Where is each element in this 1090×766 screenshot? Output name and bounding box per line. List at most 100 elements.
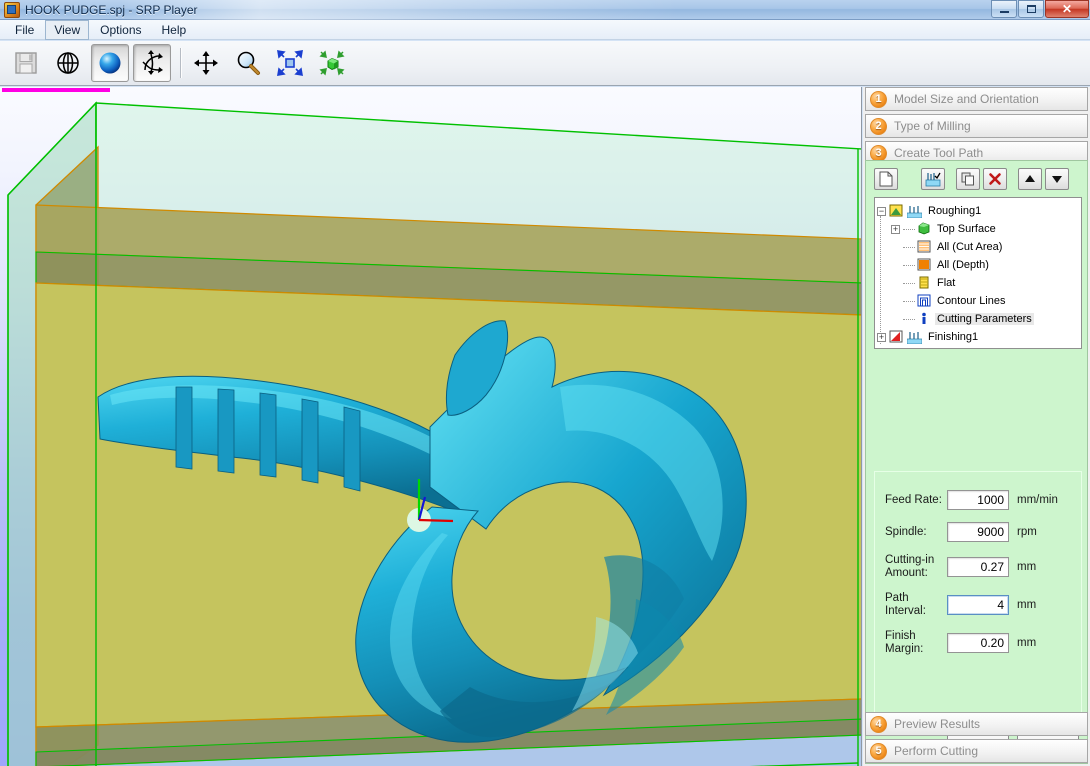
save-floppy-icon [15,52,37,74]
minimize-icon [999,10,1009,13]
step-header-model-size[interactable]: 1 Model Size and Orientation [865,87,1088,111]
step-label-create-tool-path: Create Tool Path [894,146,984,160]
3d-scene [7,101,861,766]
tree-item-all-cut-area[interactable]: All (Cut Area) [877,238,1081,256]
menu-item-file[interactable]: File [6,20,43,40]
tree-item-flat[interactable]: Flat [877,274,1081,292]
toolbar-separator [180,48,182,78]
yellow-flat-icon [917,276,931,290]
app-icon [4,1,20,18]
step-label-model-size: Model Size and Orientation [894,92,1039,106]
step-badge-3: 3 [870,144,887,162]
3d-model-viewport[interactable] [0,87,862,766]
finish-margin-label: Finish Margin: [885,630,924,655]
tree-connector [903,228,915,230]
rotate-button[interactable] [133,44,171,82]
wireframe-view-button[interactable] [49,44,87,82]
param-row-feed-rate: Feed Rate: 1000 mm/min [885,490,1071,510]
orange-hatch-icon [917,240,931,254]
cutting-in-amount-unit: mm [1017,561,1037,573]
zoom-extents-button[interactable] [271,44,309,82]
tree-label: Cutting Parameters [935,313,1034,325]
tree-item-roughing1[interactable]: − Roughing1 [877,202,1081,220]
move-up-button[interactable] [1018,168,1042,190]
minimize-button[interactable] [991,0,1017,18]
toolpath-icon [906,331,923,344]
tree-label: Flat [937,277,956,289]
red-surface-icon [889,330,903,344]
fit-object-button[interactable] [313,44,351,82]
tree-connector [903,264,915,266]
duplicate-button[interactable] [956,168,980,190]
menu-bar: File View Options Help [0,19,1090,40]
tree-label: Finishing1 [928,331,979,343]
close-icon: ✕ [1061,2,1073,16]
toolpath-icon [906,205,923,218]
copy-icon [961,172,974,186]
magnifier-icon [237,51,260,75]
workflow-footer-steps: 4 Preview Results 5 Perform Cutting [863,712,1090,766]
restore-button[interactable] [1018,0,1044,18]
orange-solid-icon [917,258,931,272]
globe-wireframe-icon [57,52,79,74]
feed-rate-label: Feed Rate: [885,493,942,506]
cutting-parameters-form: Feed Rate: 1000 mm/min Spindle: 9000 rpm… [874,471,1082,723]
step-header-preview-results[interactable]: 4 Preview Results [865,712,1088,736]
main-toolbar [0,41,1090,86]
tool-path-tree[interactable]: − Roughing1 + Top Surface All (Cut Area)… [874,197,1082,349]
down-triangle-icon [1052,176,1062,183]
step-badge-4: 4 [870,715,887,733]
save-button[interactable] [7,44,45,82]
fit-green-cube-icon [319,50,345,76]
tree-connector [903,318,915,320]
path-interval-field[interactable]: 4 [947,595,1009,615]
step-label-preview-results: Preview Results [894,717,981,731]
step-badge-1: 1 [870,90,887,108]
tree-item-cutting-parameters[interactable]: Cutting Parameters [877,310,1081,328]
shaded-view-button[interactable] [91,44,129,82]
menu-item-help[interactable]: Help [153,20,196,40]
param-row-finish-margin: Finish Margin: 0.20 mm [885,630,1071,656]
pan-button[interactable] [187,44,225,82]
spindle-label: Spindle: [885,525,927,538]
feed-rate-field[interactable]: 1000 [947,490,1009,510]
expand-expander-icon[interactable]: + [877,332,886,342]
workflow-panel: 1 Model Size and Orientation 2 Type of M… [863,87,1090,766]
window-title: HOOK PUDGE.spj - SRP Player [25,2,198,17]
delete-button[interactable] [983,168,1007,190]
step-header-perform-cutting[interactable]: 5 Perform Cutting [865,739,1088,763]
path-interval-label: Path Interval: [885,592,926,617]
green-cube-icon [917,222,931,236]
tree-connector [903,300,915,302]
cutting-in-amount-field[interactable]: 0.27 [947,557,1009,577]
menu-item-view[interactable]: View [45,19,90,40]
collapse-expander-icon[interactable]: − [877,206,886,216]
feed-rate-unit: mm/min [1017,494,1058,506]
tool-path-toolbar [874,166,1084,192]
cutting-in-amount-label: Cutting-in Amount: [885,554,935,579]
menu-item-options[interactable]: Options [91,20,150,40]
tree-label: All (Depth) [937,259,989,271]
step-label-type-of-milling: Type of Milling [894,119,971,133]
spindle-field[interactable]: 9000 [947,522,1009,542]
step-header-type-of-milling[interactable]: 2 Type of Milling [865,114,1088,138]
red-x-delete-icon [989,173,1001,185]
yellow-surface-icon [889,204,903,218]
close-button[interactable]: ✕ [1045,0,1089,18]
viewport-highlight-line [2,88,110,92]
tree-connector [903,246,915,248]
new-toolpath-button[interactable] [874,168,898,190]
finish-margin-field[interactable]: 0.20 [947,633,1009,653]
tree-item-all-depth[interactable]: All (Depth) [877,256,1081,274]
expand-expander-icon[interactable]: + [891,224,900,234]
tree-item-contour-lines[interactable]: Contour Lines [877,292,1081,310]
zoom-button[interactable] [229,44,267,82]
tree-item-finishing1[interactable]: + Finishing1 [877,328,1081,346]
move-down-button[interactable] [1045,168,1069,190]
tree-label: Contour Lines [937,295,1006,307]
title-bar[interactable]: HOOK PUDGE.spj - SRP Player ✕ [0,0,1090,20]
param-row-cutting-in-amount: Cutting-in Amount: 0.27 mm [885,554,1071,580]
tree-item-top-surface[interactable]: + Top Surface [877,220,1081,238]
edit-toolpath-button[interactable] [921,168,945,190]
x-axis-icon [418,518,454,523]
